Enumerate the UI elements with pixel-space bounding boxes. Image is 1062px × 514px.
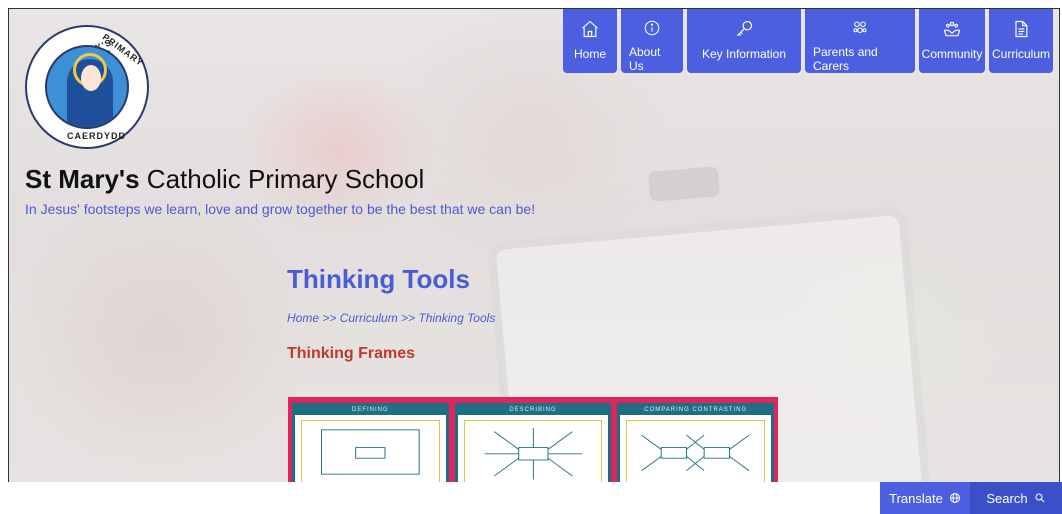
page-title: Thinking Tools: [287, 264, 470, 294]
main-nav: Home About Us Key Information Parents an…: [563, 9, 1053, 73]
info-icon: [644, 20, 660, 36]
frame-card-comparing: COMPARING CONTRASTING: [617, 403, 775, 482]
nav-about-us[interactable]: About Us: [621, 9, 683, 73]
globe-icon: [949, 493, 960, 503]
hands-icon: [943, 21, 961, 37]
logo-emblem: [45, 45, 129, 129]
school-motto: In Jesus' footsteps we learn, love and g…: [25, 201, 536, 217]
family-icon: [853, 21, 867, 34]
document-icon: [1015, 20, 1028, 38]
school-logo[interactable]: ST MARY'S CATHOLIC PRIMARY CAERDYDD: [25, 25, 149, 149]
nav-community[interactable]: Community: [919, 9, 985, 73]
thinking-frames-image[interactable]: DEFINING DESCRIBING COMPARING CONTRASTIN…: [288, 397, 778, 482]
page-content: Thinking Tools Home >> Curriculum >> Thi…: [287, 264, 495, 363]
nav-key-information[interactable]: Key Information: [687, 9, 801, 73]
home-icon: [582, 20, 598, 38]
frame-card-heading: DEFINING: [295, 406, 446, 415]
section-title: Thinking Frames: [287, 345, 416, 362]
hero-banner: ST MARY'S CATHOLIC PRIMARY CAERDYDD St M…: [8, 8, 1060, 482]
breadcrumb[interactable]: Home >> Curriculum >> Thinking Tools: [287, 311, 495, 325]
frame-card-describing: DESCRIBING: [454, 403, 612, 482]
translate-button[interactable]: Translate: [880, 482, 970, 514]
comparing-diagram: [641, 434, 750, 471]
key-icon: [736, 20, 753, 37]
frame-card-defining: DEFINING: [292, 403, 449, 482]
frame-card-heading: DESCRIBING: [457, 406, 609, 415]
school-name: St Mary's Catholic Primary School: [25, 164, 425, 194]
nav-curriculum[interactable]: Curriculum: [989, 9, 1053, 73]
nav-home[interactable]: Home: [563, 9, 617, 73]
defining-diagram: [321, 429, 420, 475]
describing-diagram: [484, 428, 582, 480]
search-icon: [1035, 493, 1044, 503]
search-button[interactable]: Search: [970, 482, 1062, 514]
nav-parents-and-carers[interactable]: Parents and Carers: [805, 9, 915, 73]
logo-text-bottom: CAERDYDD: [67, 131, 127, 141]
frame-card-heading: COMPARING CONTRASTING: [620, 406, 772, 415]
